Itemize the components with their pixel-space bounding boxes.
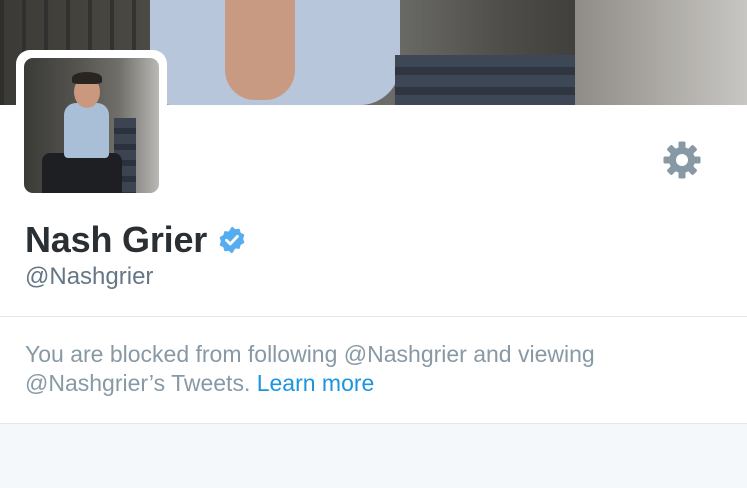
avatar[interactable] [24,58,159,193]
profile-name-row: Nash Grier [25,218,247,262]
bottom-divider [0,423,747,424]
profile-avatar-frame[interactable] [16,50,167,201]
banner-stairs [395,55,575,105]
avatar-shirt [64,103,109,158]
profile-handle: @Nashgrier [25,263,154,290]
avatar-legs [42,153,122,193]
blocked-notice-line2-row: @Nashgrier’s Tweets. Learn more [25,369,725,398]
divider [0,316,747,317]
blocked-notice: You are blocked from following @Nashgrie… [25,340,725,398]
profile-name: Nash Grier [25,219,208,260]
blocked-notice-line1: You are blocked from following @Nashgrie… [25,341,595,367]
banner-wall [575,0,747,105]
banner-hand [225,0,295,100]
gear-icon[interactable] [662,140,702,180]
blocked-notice-line2: @Nashgrier’s Tweets. [25,370,251,396]
verified-badge-icon [217,225,247,255]
learn-more-link[interactable]: Learn more [257,370,375,396]
avatar-hair [72,72,102,84]
